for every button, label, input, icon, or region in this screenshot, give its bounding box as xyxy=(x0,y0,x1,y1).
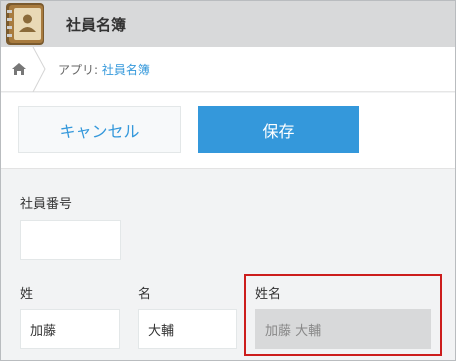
breadcrumb-app-link[interactable]: 社員名簿 xyxy=(102,63,150,77)
app-header: 社員名簿 xyxy=(1,1,455,47)
save-button[interactable]: 保存 xyxy=(198,106,359,153)
home-icon[interactable] xyxy=(11,61,27,75)
breadcrumb-separator xyxy=(31,46,47,93)
employee-number-input[interactable] xyxy=(20,220,121,260)
last-name-input[interactable]: 加藤 xyxy=(20,309,120,349)
highlight-box xyxy=(244,274,442,356)
action-bar: キャンセル 保存 xyxy=(1,93,455,169)
first-name-label: 名 xyxy=(138,287,152,302)
breadcrumb-prefix: アプリ: xyxy=(58,63,102,77)
breadcrumb-current: アプリ: 社員名簿 xyxy=(58,61,150,78)
app-title: 社員名簿 xyxy=(66,16,127,34)
last-name-label: 姓 xyxy=(20,287,34,302)
app-frame: 社員名簿 アプリ: 社員名簿 キャンセル 保存 社員番号 姓 加藤 名 大輔 姓… xyxy=(0,0,456,361)
employee-number-label: 社員番号 xyxy=(20,197,73,212)
first-name-input[interactable]: 大輔 xyxy=(138,309,237,349)
breadcrumb: アプリ: 社員名簿 xyxy=(1,46,455,93)
cancel-button[interactable]: キャンセル xyxy=(18,106,181,153)
address-book-icon xyxy=(5,2,47,46)
